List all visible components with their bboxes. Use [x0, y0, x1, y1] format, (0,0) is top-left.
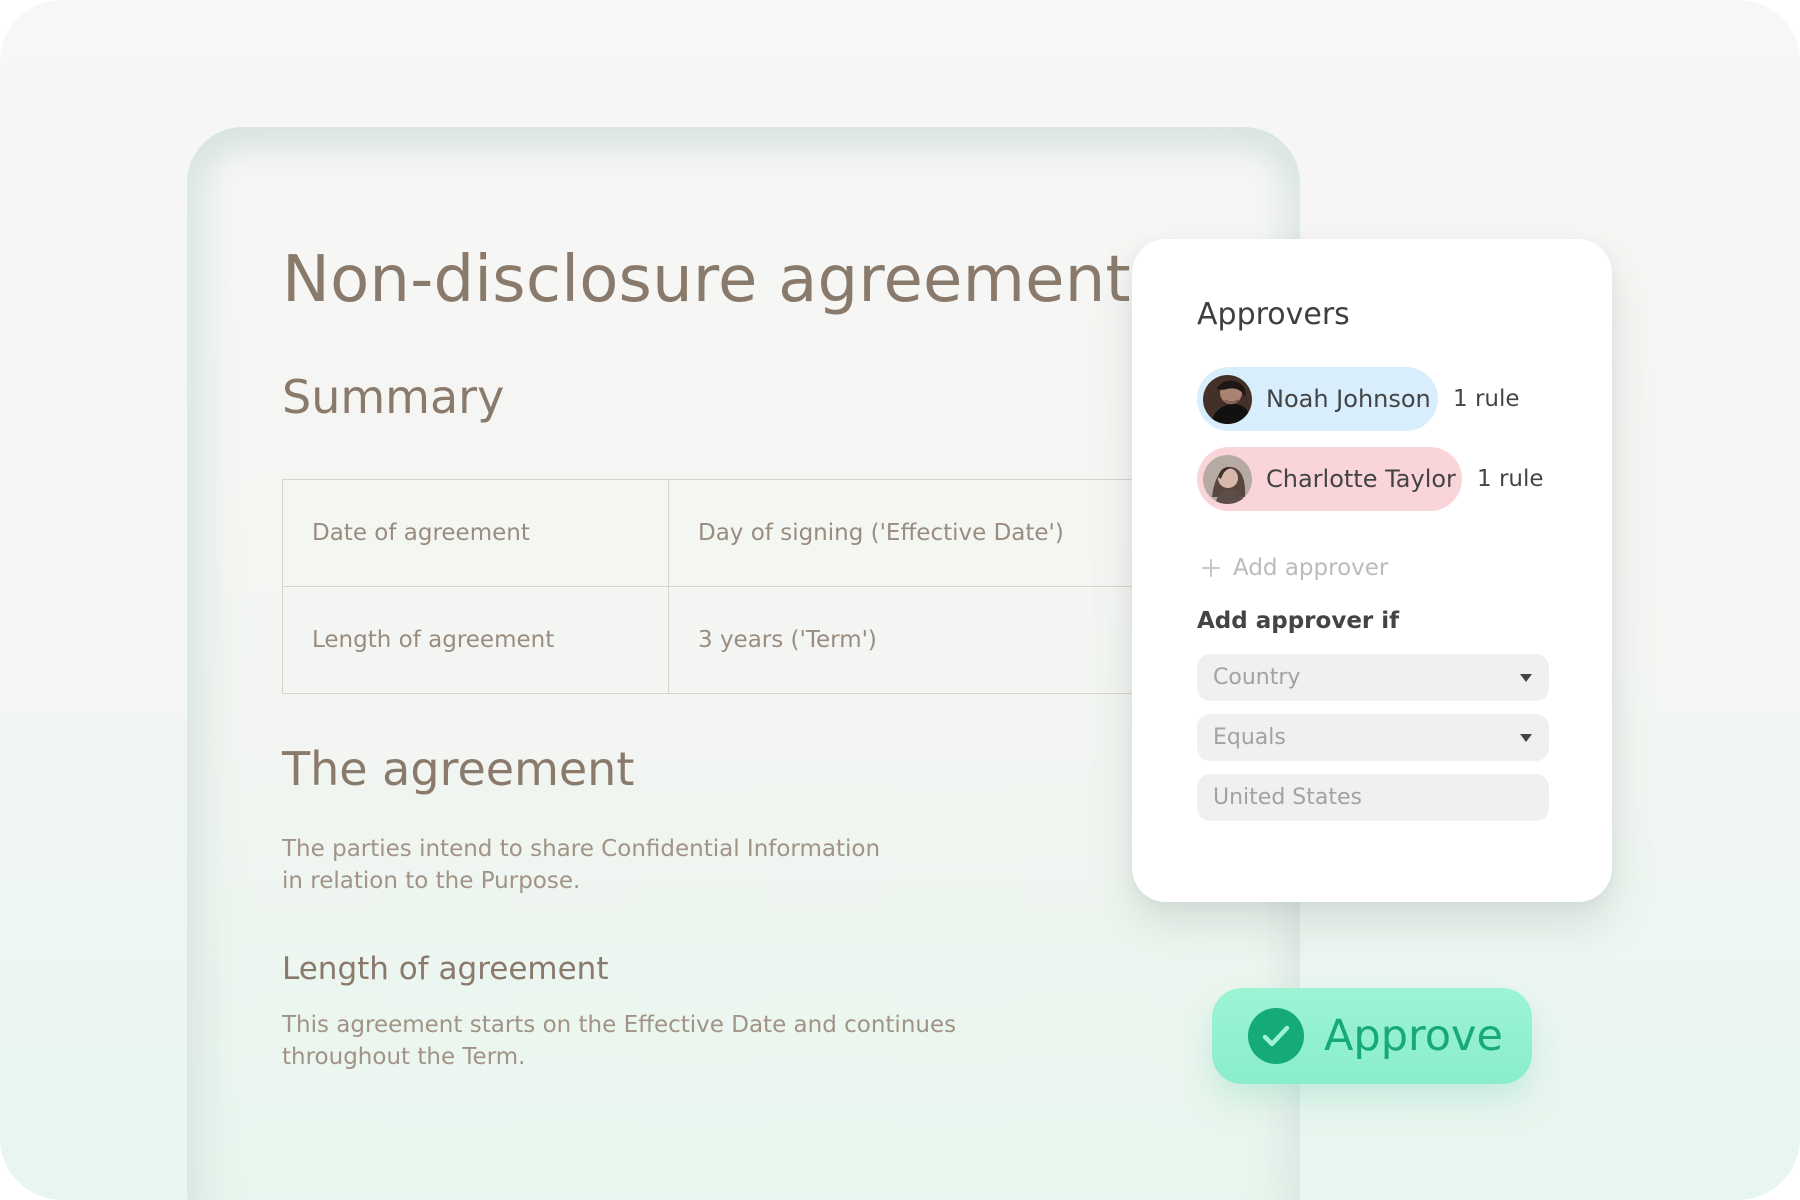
country-select[interactable]: Country: [1197, 654, 1549, 701]
approve-button[interactable]: Approve: [1212, 988, 1532, 1084]
add-approver-button[interactable]: Add approver: [1199, 551, 1388, 585]
table-row: Date of agreement Day of signing ('Effec…: [282, 479, 1169, 587]
approver-chip-noah-johnson[interactable]: Noah Johnson: [1197, 367, 1438, 431]
summary-value-length: 3 years ('Term'): [668, 586, 1169, 694]
summary-heading: Summary: [282, 370, 505, 424]
approver-name: Noah Johnson: [1266, 385, 1431, 413]
plus-icon: [1202, 559, 1220, 577]
avatar-noah-johnson: [1203, 374, 1252, 424]
approvers-title: Approvers: [1197, 297, 1350, 332]
length-heading: Length of agreement: [282, 951, 609, 987]
agreement-line-2: in relation to the Purpose.: [282, 868, 581, 894]
document-title: Non-disclosure agreement: [282, 243, 1131, 317]
agreement-heading: The agreement: [282, 742, 635, 796]
approvers-panel: Approvers Noah Johnson 1 rule Charlotte …: [1132, 239, 1612, 902]
summary-value-date: Day of signing ('Effective Date'): [668, 479, 1169, 587]
approver-chip-charlotte-taylor[interactable]: Charlotte Taylor: [1197, 447, 1462, 511]
add-approver-label: Add approver: [1233, 555, 1389, 581]
approver-row-charlotte-taylor: Charlotte Taylor 1 rule: [1197, 447, 1544, 511]
operator-select[interactable]: Equals: [1197, 714, 1549, 761]
summary-label-length: Length of agreement: [282, 586, 669, 694]
approver-row-noah-johnson: Noah Johnson 1 rule: [1197, 367, 1520, 431]
agreement-line-1: The parties intend to share Confidential…: [282, 836, 881, 862]
approver-name: Charlotte Taylor: [1266, 465, 1456, 493]
rule-count-charlotte-taylor[interactable]: 1 rule: [1477, 466, 1544, 492]
length-line-2: throughout the Term.: [282, 1044, 526, 1070]
condition-value-input[interactable]: United States: [1197, 774, 1549, 821]
length-line-1: This agreement starts on the Effective D…: [282, 1012, 957, 1038]
approval-workflow-screen: Non-disclosure agreement Summary Date of…: [0, 0, 1800, 1200]
country-select-value: Country: [1213, 665, 1301, 690]
avatar-charlotte-taylor: [1203, 454, 1252, 504]
chevron-down-icon: [1520, 733, 1532, 742]
check-circle-icon: [1248, 1008, 1304, 1064]
summary-label-date: Date of agreement: [282, 479, 669, 587]
chevron-down-icon: [1520, 673, 1532, 682]
approve-label: Approve: [1324, 1011, 1503, 1061]
length-paragraph: This agreement starts on the Effective D…: [282, 1009, 956, 1073]
rule-count-noah-johnson[interactable]: 1 rule: [1453, 386, 1520, 412]
condition-value-text: United States: [1213, 785, 1362, 810]
summary-table: Date of agreement Day of signing ('Effec…: [282, 479, 1169, 694]
condition-label: Add approver if: [1197, 608, 1400, 634]
agreement-paragraph: The parties intend to share Confidential…: [282, 833, 880, 897]
operator-select-value: Equals: [1213, 725, 1286, 750]
table-row: Length of agreement 3 years ('Term'): [282, 586, 1169, 694]
